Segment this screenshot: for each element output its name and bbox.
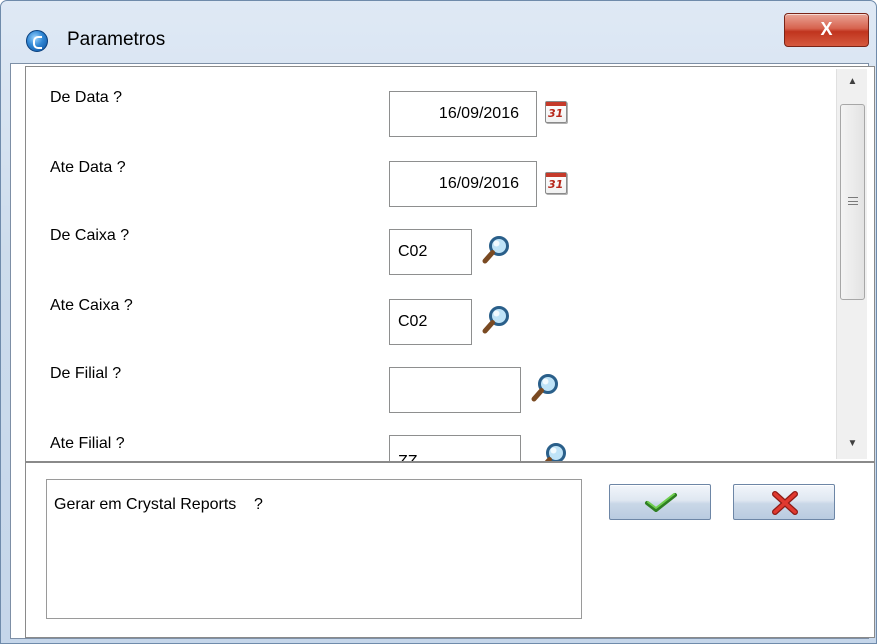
vertical-scrollbar[interactable]: ▲ ▼ — [836, 69, 867, 459]
app-icon — [26, 30, 48, 52]
search-icon[interactable] — [538, 441, 568, 462]
question-box: Gerar em Crystal Reports ? — [46, 479, 582, 619]
calendar-icon[interactable]: 31 — [545, 101, 567, 123]
de-filial-field[interactable] — [389, 367, 521, 413]
ate-data-field[interactable]: 16/09/2016 — [389, 161, 537, 207]
search-icon[interactable] — [481, 304, 511, 336]
param-label-ate-data: Ate Data ? — [50, 159, 126, 176]
x-icon — [772, 491, 798, 515]
search-icon[interactable] — [481, 234, 511, 266]
calendar-icon[interactable]: 31 — [545, 172, 567, 194]
scroll-up-arrow-icon[interactable]: ▲ — [837, 69, 868, 95]
dialog-content: De Data ? 16/09/2016 31 Ate Data ? 16/09… — [10, 63, 875, 639]
de-data-field[interactable]: 16/09/2016 — [389, 91, 537, 137]
question-text: Gerar em Crystal Reports ? — [54, 496, 263, 513]
param-label-ate-filial: Ate Filial ? — [50, 435, 125, 452]
param-label-de-caixa: De Caixa ? — [50, 227, 130, 244]
de-caixa-field[interactable]: C02 — [389, 229, 472, 275]
search-icon[interactable] — [530, 372, 560, 404]
scroll-thumb[interactable] — [840, 104, 865, 300]
parameters-panel: De Data ? 16/09/2016 31 Ate Data ? 16/09… — [25, 66, 875, 462]
confirm-button[interactable] — [609, 484, 711, 520]
param-label-de-filial: De Filial ? — [50, 365, 122, 382]
ate-caixa-field[interactable]: C02 — [389, 299, 472, 345]
scroll-down-arrow-icon[interactable]: ▼ — [837, 431, 868, 457]
ate-filial-field[interactable]: ZZ — [389, 435, 521, 461]
dialog-window: Parametros X De Data ? 16/09/2016 31 Ate… — [0, 0, 877, 644]
grip-icon — [848, 197, 858, 205]
title-bar[interactable]: Parametros X — [1, 1, 876, 63]
param-label-ate-caixa: Ate Caixa ? — [50, 297, 133, 314]
param-label-de-data: De Data ? — [50, 89, 123, 106]
cancel-button[interactable] — [733, 484, 835, 520]
close-button[interactable]: X — [784, 13, 869, 47]
window-title: Parametros — [67, 29, 166, 50]
checkmark-icon — [645, 493, 677, 512]
